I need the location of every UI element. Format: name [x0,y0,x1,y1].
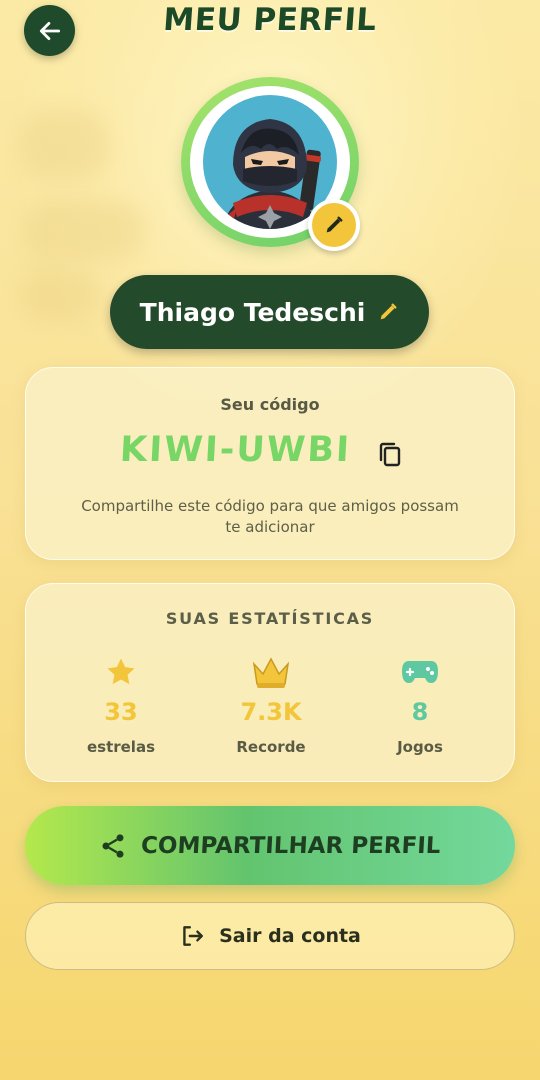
pencil-icon [326,216,343,233]
stat-label: Jogos [397,738,443,756]
friend-code: KIWI-UWBI [118,430,353,470]
stat-value: 33 [104,698,138,726]
profile-name-button[interactable]: Thiago Tedeschi [110,275,429,349]
background-blob [25,200,145,260]
stats-title: SUAS ESTATÍSTICAS [165,609,375,628]
code-label: Seu código [220,395,320,414]
share-label: COMPARTILHAR PERFIL [140,832,442,859]
background-blob [20,110,110,180]
stat-value: 7.3K [240,698,302,726]
stat-value: 8 [411,698,429,726]
copy-icon[interactable] [377,441,403,469]
edit-avatar-button[interactable] [308,199,360,251]
stats-card: SUAS ESTATÍSTICAS 33 estrelas 7.3K Recor… [25,583,515,782]
stat-games: 8 Jogos [350,654,490,756]
profile-name: Thiago Tedeschi [139,297,366,327]
crown-icon [201,654,341,690]
stat-label: Recorde [236,738,306,756]
stat-label: estrelas [86,738,156,756]
background-blob [20,270,100,320]
logout-button[interactable]: Sair da conta [25,902,515,970]
share-profile-button[interactable]: COMPARTILHAR PERFIL [25,806,515,885]
stat-record: 7.3K Recorde [201,654,341,756]
gamepad-icon [350,654,490,690]
star-icon [51,654,191,690]
stat-stars: 33 estrelas [51,654,191,756]
pencil-icon [380,303,397,320]
logout-label: Sair da conta [219,925,361,947]
code-help-text: Compartilhe este código para que amigos … [81,497,459,536]
page-title: MEU PERFIL [162,2,378,38]
logout-icon [183,926,204,946]
share-icon [102,833,124,858]
